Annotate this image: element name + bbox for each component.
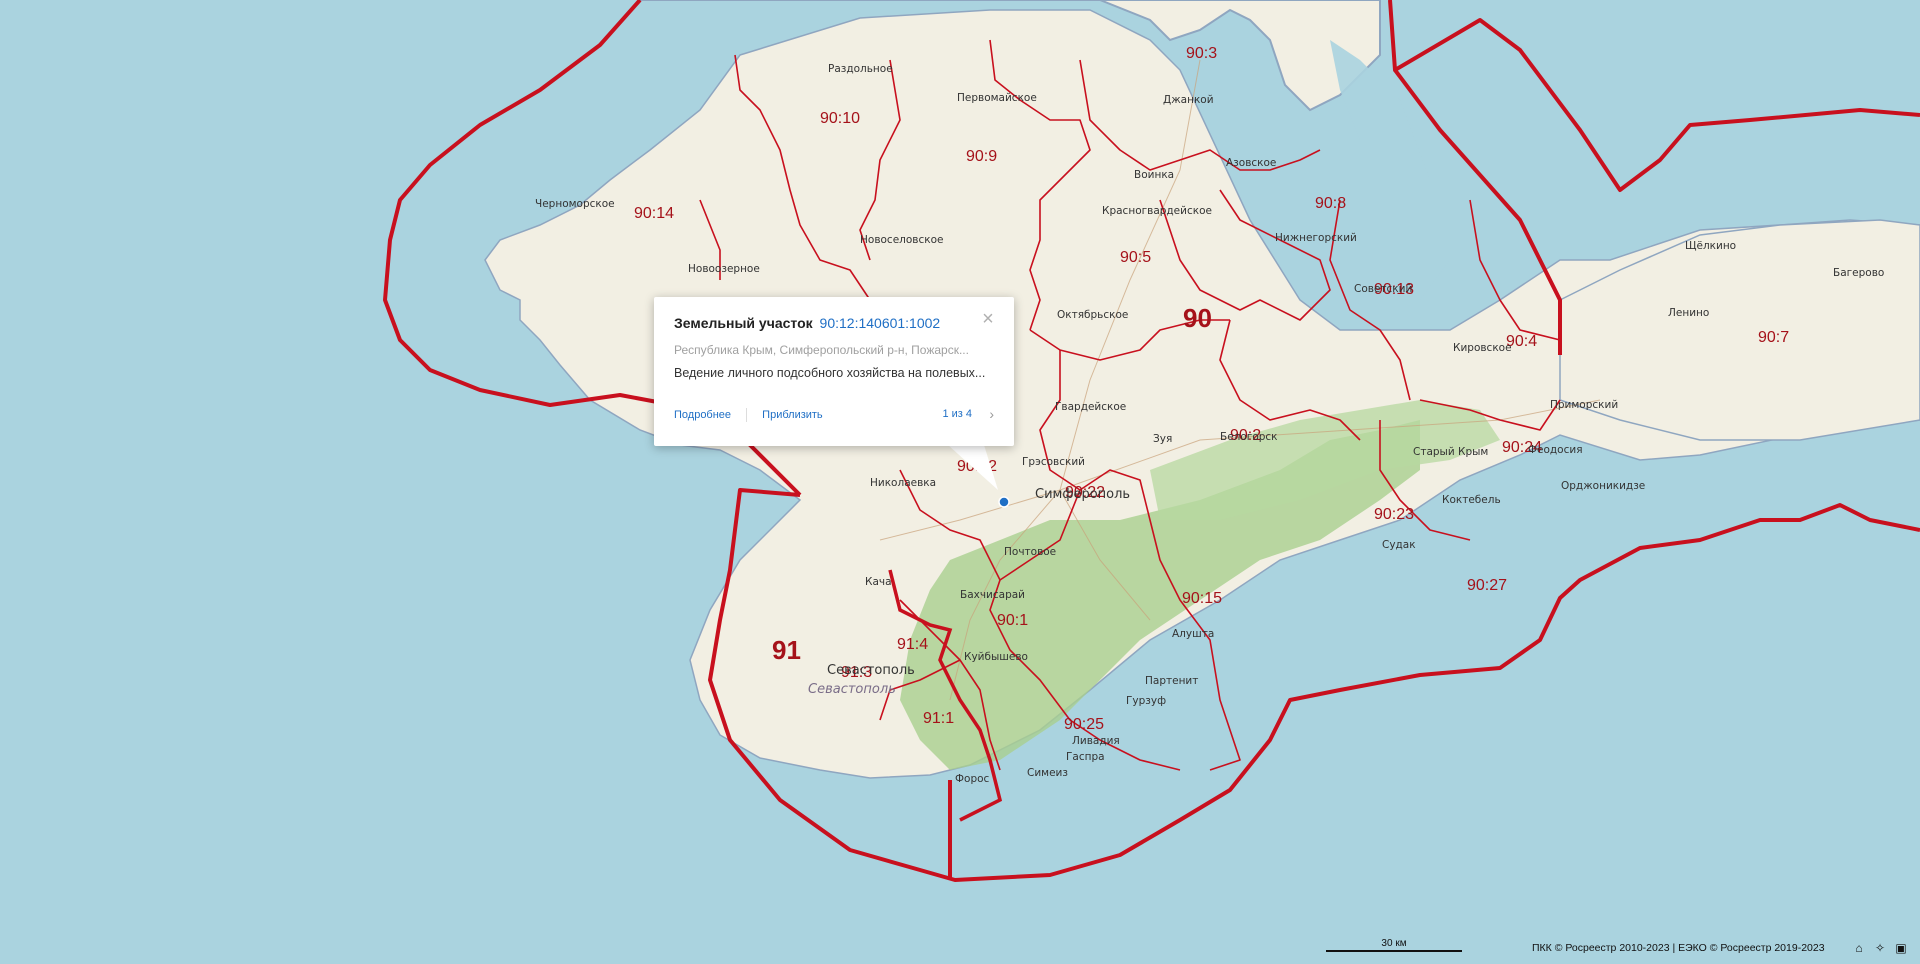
parcel-permitted-use: Ведение личного подсобного хозяйства на … [674, 366, 986, 380]
district-label: 90:7 [1758, 329, 1789, 346]
city-label: Алушта [1172, 628, 1214, 640]
city-label: Зуя [1153, 433, 1172, 445]
city-label: Куйбышево [964, 651, 1028, 663]
region-label: 91 [772, 635, 801, 665]
city-label: Ленино [1668, 307, 1709, 319]
city-label: Красногвардейское [1102, 205, 1212, 217]
parcel-address: Республика Крым, Симферопольский р-н, По… [674, 343, 969, 357]
city-label: Приморский [1550, 399, 1618, 411]
city-label: Первомайское [957, 92, 1037, 104]
city-label: Гурзуф [1126, 695, 1166, 707]
result-pager: 1 из 4 [942, 408, 972, 420]
city-label: Щёлкино [1685, 240, 1736, 252]
scale-bar: 30 км [1326, 938, 1462, 952]
copyright-text: ПКК © Росреестр 2010-2023 | ЕЭКО © Росре… [1532, 942, 1825, 954]
city-label: Октябрьское [1057, 309, 1128, 321]
city-label: Симеиз [1027, 767, 1068, 779]
object-kind: Земельный участок [674, 315, 813, 331]
city-label: Орджоникидзе [1561, 480, 1645, 492]
divider [746, 408, 748, 422]
city-label: Ливадия [1072, 735, 1120, 747]
city-label: Советский [1354, 283, 1412, 295]
city-label: Кировское [1453, 342, 1512, 354]
city-label: Коктебель [1442, 494, 1501, 506]
city-label: Партенит [1145, 675, 1198, 687]
district-label: 91:4 [897, 636, 928, 653]
city-label: Севастополь [827, 663, 915, 678]
district-label: 90:15 [1182, 590, 1222, 607]
city-label: Раздольное [828, 63, 893, 75]
district-label: 90:3 [1186, 45, 1217, 62]
city-label: Новоозерное [688, 263, 760, 275]
district-label: 90:14 [634, 205, 674, 222]
city-label: Новоселовское [860, 234, 944, 246]
city-label: Воинка [1134, 169, 1174, 181]
district-label: 90:27 [1467, 577, 1507, 594]
details-link[interactable]: Подробнее [674, 409, 731, 421]
city-label: Багерово [1833, 267, 1884, 279]
city-label: Гаспра [1066, 751, 1105, 763]
district-label: 90:23 [1374, 506, 1414, 523]
chevron-right-icon[interactable]: › [989, 406, 994, 422]
close-icon[interactable]: × [980, 309, 996, 329]
city-label: Бахчисарай [960, 589, 1025, 601]
city-label: Белогорск [1220, 431, 1278, 443]
city-label: Старый Крым [1413, 446, 1488, 458]
cadastral-number-link[interactable]: 90:12:140601:1002 [820, 315, 941, 331]
popup-pointer [948, 445, 998, 490]
city-label: Азовское [1226, 157, 1276, 169]
city-label: Грэсовский [1022, 456, 1085, 468]
fullscreen-icon[interactable]: ▣ [1894, 941, 1908, 955]
scale-line [1326, 950, 1462, 952]
district-label: 90:10 [820, 110, 860, 127]
city-label: Феодосия [1528, 444, 1583, 456]
city-label: Судак [1382, 539, 1416, 551]
district-label: 91:1 [923, 710, 954, 727]
popup-actions: Подробнее Приблизить 1 из 4 › [674, 406, 994, 424]
city-label: Севастополь [808, 682, 896, 697]
city-label: Кача [865, 576, 892, 588]
popup-title: Земельный участок 90:12:140601:1002 [674, 315, 994, 331]
parcel-location-marker[interactable] [998, 496, 1010, 508]
zoom-to-link[interactable]: Приблизить [762, 409, 823, 421]
home-icon[interactable]: ⌂ [1852, 941, 1866, 955]
city-label: Джанкой [1163, 94, 1214, 106]
scale-label: 30 км [1381, 938, 1407, 949]
locate-icon[interactable]: ✧ [1873, 941, 1887, 955]
parcel-info-popup: Земельный участок 90:12:140601:1002 × Ре… [654, 297, 1014, 446]
district-label: 90:5 [1120, 249, 1151, 266]
city-label: Нижнегорский [1275, 232, 1357, 244]
city-label: Симферополь [1035, 487, 1130, 502]
region-label: 90 [1183, 303, 1212, 333]
district-label: 90:8 [1315, 195, 1346, 212]
city-label: Черноморское [535, 198, 615, 210]
city-label: Гвардейское [1055, 401, 1126, 413]
city-label: Николаевка [870, 477, 936, 489]
district-label: 90:9 [966, 148, 997, 165]
district-label: 90:1 [997, 612, 1028, 629]
city-label: Форос [955, 773, 990, 785]
district-label: 90:25 [1064, 716, 1104, 733]
city-label: Почтовое [1004, 546, 1056, 558]
